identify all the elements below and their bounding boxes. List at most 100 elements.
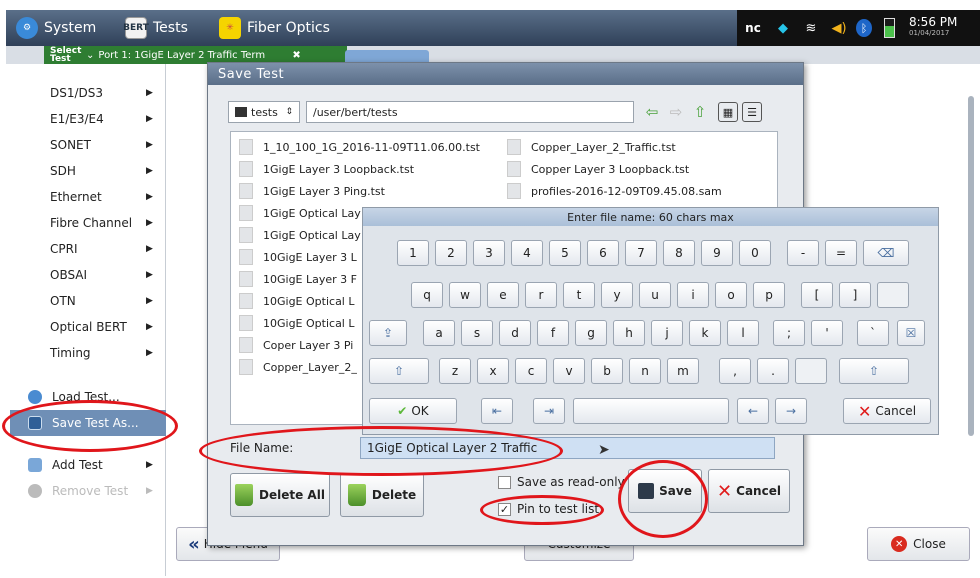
key-5[interactable]: 5 xyxy=(549,240,581,266)
save-button[interactable]: Save xyxy=(628,469,702,513)
key-f[interactable]: f xyxy=(537,320,569,346)
system-menu[interactable]: ⚙ System xyxy=(16,10,96,46)
space-key[interactable] xyxy=(573,398,729,424)
key-e[interactable]: e xyxy=(487,282,519,308)
key-v[interactable]: v xyxy=(553,358,585,384)
ok-key[interactable]: ✔ OK xyxy=(369,398,457,424)
tests-menu[interactable]: BERT Tests xyxy=(123,10,188,46)
key-d[interactable]: d xyxy=(499,320,531,346)
key-apostrophe[interactable]: ' xyxy=(811,320,843,346)
sidebar-item-ethernet[interactable]: Ethernet ▶ xyxy=(10,184,166,210)
add-test-item[interactable]: Add Test ▶ xyxy=(10,452,166,478)
key-n[interactable]: n xyxy=(629,358,661,384)
key-y[interactable]: y xyxy=(601,282,633,308)
key-w[interactable]: w xyxy=(449,282,481,308)
key-m[interactable]: m xyxy=(667,358,699,384)
key-h[interactable]: h xyxy=(613,320,645,346)
file-name-input[interactable]: 1GigE Optical Layer 2 Traffic xyxy=(360,437,775,459)
list-item[interactable]: Copper_Layer_2_ xyxy=(239,356,365,378)
key-t[interactable]: t xyxy=(563,282,595,308)
key-x[interactable]: x xyxy=(477,358,509,384)
list-item[interactable]: 1GigE Optical Lay xyxy=(239,224,365,246)
list-item[interactable]: 10GigE Optical L xyxy=(239,290,365,312)
sidebar-item-ds1-ds3[interactable]: DS1/DS3 ▶ xyxy=(10,80,166,106)
sidebar-item-optical-bert[interactable]: Optical BERT ▶ xyxy=(10,314,166,340)
list-item[interactable]: 10GigE Layer 3 F xyxy=(239,268,365,290)
key-minus[interactable]: - xyxy=(787,240,819,266)
list-item[interactable]: Copper Layer 3 Loopback.tst xyxy=(507,158,769,180)
key-1[interactable]: 1 xyxy=(397,240,429,266)
sidebar-item-sdh[interactable]: SDH ▶ xyxy=(10,158,166,184)
list-item[interactable]: Copper_Layer_2_Traffic.tst xyxy=(507,136,769,158)
grid-view-icon[interactable]: ▦ xyxy=(718,102,738,122)
list-item[interactable]: 1_10_100_1G_2016-11-09T11.06.00.tst xyxy=(239,136,501,158)
key-open-bracket[interactable]: [ xyxy=(801,282,833,308)
key-2[interactable]: 2 xyxy=(435,240,467,266)
sidebar-item-cpri[interactable]: CPRI ▶ xyxy=(10,236,166,262)
key-j[interactable]: j xyxy=(651,320,683,346)
key-4[interactable]: 4 xyxy=(511,240,543,266)
key-k[interactable]: k xyxy=(689,320,721,346)
list-item[interactable]: 1GigE Layer 3 Loopback.tst xyxy=(239,158,501,180)
folder-dropdown[interactable]: tests ⇕ xyxy=(228,101,300,123)
home-key[interactable]: ⇤ xyxy=(481,398,513,424)
key-q[interactable]: q xyxy=(411,282,443,308)
key-6[interactable]: 6 xyxy=(587,240,619,266)
sidebar-item-fibre-channel[interactable]: Fibre Channel ▶ xyxy=(10,210,166,236)
key-b[interactable]: b xyxy=(591,358,623,384)
end-key[interactable]: ⇥ xyxy=(533,398,565,424)
save-test-as-item[interactable]: Save Test As... xyxy=(10,410,166,436)
key-i[interactable]: i xyxy=(677,282,709,308)
key-8[interactable]: 8 xyxy=(663,240,695,266)
list-view-icon[interactable]: ☰ xyxy=(742,102,762,122)
backspace-key[interactable]: ⌫ xyxy=(863,240,909,266)
close-button[interactable]: ✕ Close xyxy=(867,527,970,561)
key-c[interactable]: c xyxy=(515,358,547,384)
sidebar-item-timing[interactable]: Timing ▶ xyxy=(10,340,166,366)
pin-to-test-list-checkbox[interactable]: ✓ Pin to test list xyxy=(498,502,599,516)
sidebar-item-obsai[interactable]: OBSAI ▶ xyxy=(10,262,166,288)
right-arrow-key[interactable]: → xyxy=(775,398,807,424)
key-z[interactable]: z xyxy=(439,358,471,384)
key-9[interactable]: 9 xyxy=(701,240,733,266)
key-equals[interactable]: = xyxy=(825,240,857,266)
key-l[interactable]: l xyxy=(727,320,759,346)
key-0[interactable]: 0 xyxy=(739,240,771,266)
add-tab[interactable] xyxy=(345,50,429,62)
key-semicolon[interactable]: ; xyxy=(773,320,805,346)
key-s[interactable]: s xyxy=(461,320,493,346)
clear-key[interactable]: ☒ xyxy=(897,320,925,346)
back-arrow-icon[interactable]: ⇦ xyxy=(642,102,662,122)
key-7[interactable]: 7 xyxy=(625,240,657,266)
forward-arrow-icon[interactable]: ⇨ xyxy=(666,102,686,122)
key-3[interactable]: 3 xyxy=(473,240,505,266)
list-item[interactable]: 10GigE Layer 3 L xyxy=(239,246,365,268)
shift-right-key[interactable]: ⇧ xyxy=(839,358,909,384)
scrollbar[interactable] xyxy=(968,96,974,436)
key-a[interactable]: a xyxy=(423,320,455,346)
key-g[interactable]: g xyxy=(575,320,607,346)
cancel-button[interactable]: ✕ Cancel xyxy=(708,469,790,513)
up-arrow-icon[interactable]: ⇧ xyxy=(690,102,710,122)
left-arrow-key[interactable]: ← xyxy=(737,398,769,424)
list-item[interactable]: 1GigE Layer 3 Ping.tst xyxy=(239,180,501,202)
keyboard-cancel-key[interactable]: ✕ Cancel xyxy=(843,398,931,424)
key-o[interactable]: o xyxy=(715,282,747,308)
delete-button[interactable]: Delete xyxy=(340,473,424,517)
read-only-checkbox[interactable]: Save as read-only xyxy=(498,475,625,489)
key-period[interactable]: . xyxy=(757,358,789,384)
list-item[interactable]: 10GigE Optical L xyxy=(239,312,365,334)
key-p[interactable]: p xyxy=(753,282,785,308)
fiber-optics-menu[interactable]: ✳ Fiber Optics xyxy=(219,10,330,46)
key-close-bracket[interactable]: ] xyxy=(839,282,871,308)
list-item[interactable]: profiles-2016-12-09T09.45.08.sam xyxy=(507,180,769,202)
key-backtick[interactable]: ` xyxy=(857,320,889,346)
list-item[interactable]: Coper Layer 3 Pi xyxy=(239,334,365,356)
caps-lock-key[interactable]: ⇪ xyxy=(369,320,407,346)
shift-left-key[interactable]: ⇧ xyxy=(369,358,429,384)
sidebar-item-e1-e3-e4[interactable]: E1/E3/E4 ▶ xyxy=(10,106,166,132)
key-r[interactable]: r xyxy=(525,282,557,308)
close-icon[interactable]: ✖ xyxy=(292,50,300,61)
key-u[interactable]: u xyxy=(639,282,671,308)
load-test-item[interactable]: Load Test... xyxy=(10,384,166,410)
